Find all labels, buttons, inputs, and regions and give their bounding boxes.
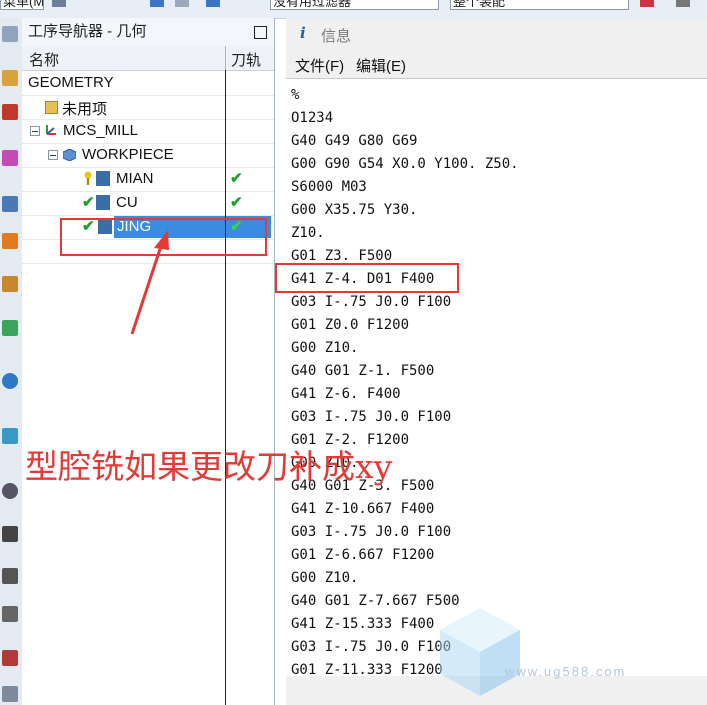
annotation-text: 型腔铣如果更改刀补成xy [25, 447, 393, 486]
column-divider [225, 70, 226, 705]
process-studio-icon[interactable] [2, 526, 18, 542]
tree-row-mcs-mill[interactable]: MCS_MILL [22, 119, 274, 144]
code-line: G01 Z-6.667 F1200 [291, 547, 435, 563]
code-line: G00 Z10. [291, 340, 359, 356]
workpiece-icon [62, 148, 77, 162]
warning-icon [84, 171, 92, 186]
code-line: G03 I-.75 J0.0 F100 [291, 524, 452, 540]
selection-icon-2[interactable] [175, 0, 189, 7]
column-separator[interactable] [225, 46, 226, 70]
nc-code-view[interactable]: % O1234 G40 G49 G80 G69 G00 G90 G54 X0.0… [286, 78, 707, 678]
toolbar-icon[interactable] [52, 0, 66, 7]
code-line: G41 Z-6. F400 [291, 386, 401, 402]
history-icon[interactable] [2, 428, 18, 444]
toolbar-icon-3[interactable] [676, 0, 690, 7]
mcs-icon [44, 123, 58, 137]
code-line: S6000 M03 [291, 179, 367, 195]
assembly-icon[interactable] [206, 0, 220, 7]
tree-row-label: WORKPIECE [82, 146, 174, 163]
annotation-arrow [130, 230, 169, 335]
web-browser-icon[interactable] [2, 373, 18, 389]
misc-icon[interactable] [2, 686, 18, 702]
menu-dropdown[interactable]: 菜单(M) [0, 0, 44, 10]
machining-feature-icon[interactable] [2, 276, 18, 292]
tree-row-label: GEOMETRY [28, 74, 114, 91]
code-line: G41 Z-15.333 F400 [291, 616, 435, 632]
collapse-icon[interactable] [48, 150, 58, 160]
watermark-logo-icon [440, 608, 520, 696]
operation-navigator-icon[interactable] [2, 196, 18, 212]
constraint-navigator-icon[interactable] [2, 104, 18, 120]
navigator-title-bar: 工序导航器 - 几何 [22, 18, 274, 46]
pin-icon[interactable] [2, 606, 18, 622]
settings-icon[interactable] [2, 26, 18, 42]
tree-row-unused[interactable]: 未用项 [22, 95, 274, 120]
code-line: % [291, 87, 300, 103]
code-line: Z10. [291, 225, 325, 241]
watermark-text: www.ug588.com [505, 664, 627, 679]
reuse-library-icon[interactable] [2, 320, 18, 336]
column-name-header[interactable]: 名称 [29, 49, 59, 70]
resource-bar [0, 18, 23, 705]
tool-icon[interactable] [2, 568, 18, 584]
highlight-box-g41-line [275, 263, 459, 293]
column-header: 名称 刀轨 [22, 46, 274, 71]
status-check-icon: ✔ [82, 194, 95, 211]
toolbar-red-icon[interactable] [640, 0, 654, 7]
code-line: O1234 [291, 110, 334, 126]
maximize-icon[interactable] [254, 26, 267, 39]
part-navigator-icon[interactable] [2, 150, 18, 166]
code-line: G40 G01 Z-1. F500 [291, 363, 435, 379]
roles-icon[interactable] [2, 650, 18, 666]
tree-row-label: CU [116, 194, 138, 211]
tree-row-mian[interactable]: MIAN ✔ [22, 167, 274, 192]
folder-icon [45, 101, 58, 114]
collapse-icon[interactable] [30, 126, 40, 136]
navigator-title: 工序导航器 - 几何 [28, 23, 147, 40]
code-line: G01 Z0.0 F1200 [291, 317, 410, 333]
assembly-navigator-icon[interactable] [2, 70, 18, 86]
tree-row-workpiece[interactable]: WORKPIECE [22, 143, 274, 168]
code-line: G03 I-.75 J0.0 F100 [291, 294, 452, 310]
menu-edit[interactable]: 编辑(E) [356, 55, 406, 76]
info-title-bar: i 信息 [286, 18, 707, 48]
operation-navigator: 工序导航器 - 几何 名称 刀轨 GEOMETRY 未用项 MCS_MILL W… [22, 18, 275, 705]
machine-navigator-icon[interactable] [2, 233, 18, 249]
code-line: G41 Z-10.667 F400 [291, 501, 435, 517]
code-line: G03 I-.75 J0.0 F100 [291, 409, 452, 425]
scope-dropdown[interactable]: 整个装配 [450, 0, 629, 10]
toolpath-ok-icon: ✔ [230, 170, 243, 187]
info-icon: i [300, 24, 306, 42]
tree-row-geometry[interactable]: GEOMETRY [22, 71, 274, 96]
menu-file[interactable]: 文件(F) [295, 55, 344, 76]
cavity-mill-icon [96, 195, 110, 210]
code-line: G40 G49 G80 G69 [291, 133, 418, 149]
code-line: G00 Z10. [291, 570, 359, 586]
column-toolpath-header[interactable]: 刀轨 [231, 49, 261, 70]
code-line: G01 Z3. F500 [291, 248, 393, 264]
type-filter-dropdown[interactable]: 没有用过滤器 [270, 0, 439, 10]
tree-row-label: MCS_MILL [63, 122, 139, 139]
tree-row-label: MIAN [116, 170, 154, 187]
top-toolbar: 菜单(M) 没有用过滤器 整个装配 [0, 0, 707, 19]
info-title: 信息 [321, 28, 352, 45]
clock-icon[interactable] [2, 483, 18, 499]
selection-icon[interactable] [150, 0, 164, 7]
tree-row-label: 未用项 [62, 101, 108, 118]
code-line: G00 G90 G54 X0.0 Y100. Z50. [291, 156, 519, 172]
tree-row-cu[interactable]: ✔ CU ✔ [22, 191, 274, 216]
toolpath-ok-icon: ✔ [230, 194, 243, 211]
cavity-mill-icon [96, 171, 110, 186]
info-menubar: 文件(F) 编辑(E) [286, 52, 707, 76]
code-line: G00 X35.75 Y30. [291, 202, 418, 218]
